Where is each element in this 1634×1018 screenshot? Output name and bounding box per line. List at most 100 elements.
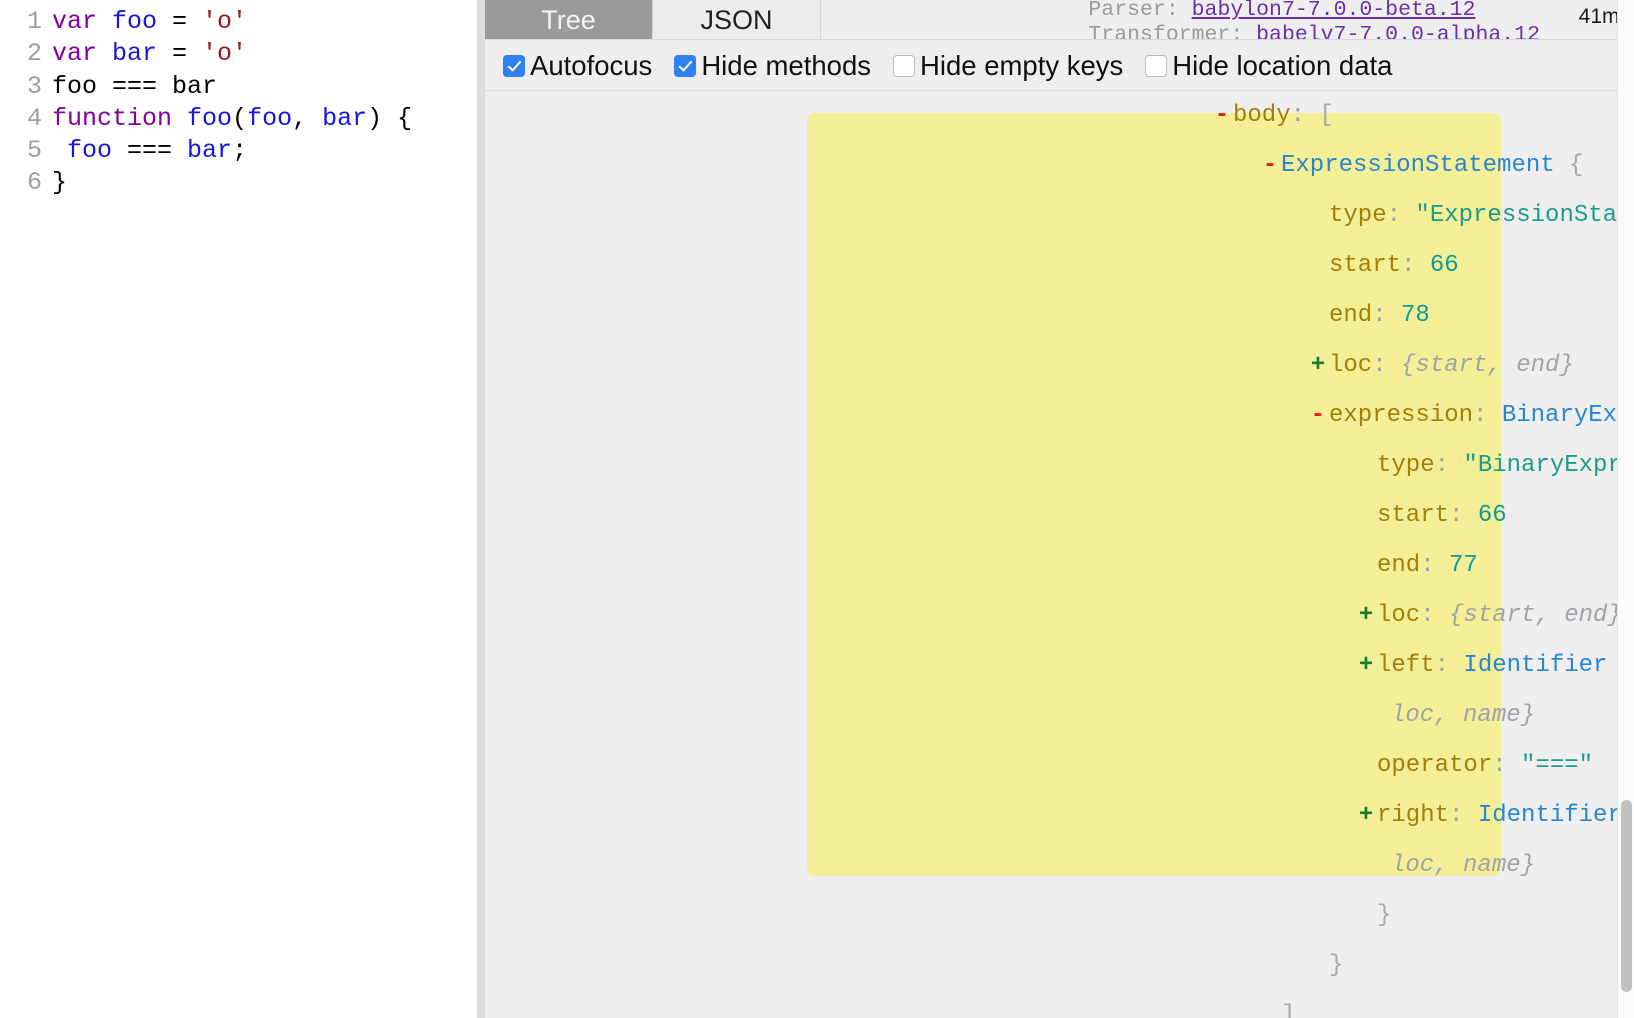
ast-node-line[interactable]: + loc: {start, end} — [485, 591, 1634, 641]
code-editor-lines[interactable]: 1 var foo = 'o' 2 var bar = 'o' 3 foo === bar… — [0, 0, 477, 200]
ast-view-tabs[interactable]: Tree JSON — [485, 0, 821, 40]
ast-token-punc: { — [1554, 152, 1584, 179]
ast-node-line[interactable]: end: 77 — [485, 541, 1634, 591]
ast-token-key: operator — [1377, 752, 1493, 779]
ast-token-colon: : — [1386, 202, 1402, 229]
code-editor-pane[interactable]: 1 var foo = 'o' 2 var bar = 'o' 3 foo === bar… — [0, 0, 477, 1018]
code-line[interactable]: 4 function foo(foo, bar) { — [0, 103, 477, 135]
collapse-toggle-icon[interactable]: - — [1307, 391, 1329, 441]
vertical-scrollbar[interactable] — [1617, 0, 1634, 1018]
code-token: ; — [232, 136, 248, 166]
ast-node-line[interactable]: start: 66 — [485, 491, 1634, 541]
checkbox-unchecked-icon[interactable] — [1145, 54, 1168, 77]
parser-version-link[interactable]: babylon7-7.0.0-beta.12 — [1192, 0, 1476, 22]
code-line[interactable]: 5 foo === bar; — [0, 135, 477, 167]
toggle-spacer-icon — [1307, 241, 1329, 291]
ast-token-punc — [1507, 752, 1521, 779]
ast-token-prev: {start, end} — [1401, 352, 1574, 379]
ast-node-continuation[interactable]: loc, name} — [485, 841, 1634, 891]
ast-token-colon: : — [1492, 752, 1507, 779]
code-line[interactable]: 6} — [0, 167, 477, 199]
ast-options-row[interactable]: Autofocus Hide methods Hide empty keys Hide… — [485, 40, 1634, 91]
ast-node-line[interactable]: start: 66 — [485, 241, 1634, 291]
code-token: function — [52, 103, 188, 133]
ast-token-colon: : — [1473, 402, 1488, 429]
ast-node-line[interactable]: + loc: {start, end} — [485, 341, 1634, 391]
ast-token-num: 78 — [1401, 302, 1430, 329]
expand-toggle-icon[interactable]: + — [1307, 341, 1329, 391]
ast-token-punc: } — [1377, 902, 1392, 929]
line-number: 2 — [26, 39, 42, 69]
ast-node-line[interactable]: +left: Identifier {type, start, end, — [485, 641, 1634, 691]
ast-node-line[interactable]: } — [485, 941, 1634, 991]
ast-node-line[interactable]: - body: [ — [485, 91, 1634, 141]
code-line[interactable]: 2 var bar = 'o' — [0, 38, 477, 70]
ast-token-num: 77 — [1449, 552, 1478, 579]
ast-tree-scroll[interactable]: - body: [- ExpressionStatement { type: "Ex… — [485, 91, 1634, 1018]
expand-toggle-icon[interactable]: + — [1355, 641, 1377, 691]
ast-tree[interactable]: - body: [- ExpressionStatement { type: "Ex… — [485, 91, 1634, 1018]
option-hide-empty-keys[interactable]: Hide empty keys — [893, 50, 1123, 82]
ast-token-punc — [1401, 202, 1415, 229]
code-token: foo — [67, 136, 113, 166]
ast-token-num: 66 — [1429, 252, 1459, 279]
ast-node-line[interactable]: +right: Identifier {type, start, end, — [485, 791, 1634, 841]
ast-node-line[interactable]: type: "ExpressionStatement" — [485, 191, 1634, 241]
code-token: 'o' — [202, 7, 248, 36]
ast-token-colon: : — [1401, 252, 1416, 279]
option-hide-methods[interactable]: Hide methods — [674, 50, 871, 82]
option-label: Autofocus — [530, 49, 653, 81]
toggle-spacer-icon — [1307, 291, 1329, 341]
toggle-spacer-icon — [1259, 991, 1281, 1018]
app-root: 1 var foo = 'o' 2 var bar = 'o' 3 foo === bar… — [0, 0, 1634, 1018]
ast-node-line[interactable]: type: "BinaryExpression" — [485, 441, 1634, 491]
code-token: 'o' — [202, 39, 248, 69]
ast-node-line[interactable]: -expression: BinaryExpression { — [485, 391, 1634, 441]
ast-token-punc — [1435, 602, 1449, 629]
ast-top-bar: Tree JSON Parser: babylon7-7.0.0-beta.12 … — [485, 0, 1634, 47]
ast-token-key: type — [1377, 452, 1435, 479]
checkbox-unchecked-icon[interactable] — [893, 54, 915, 77]
ast-node-line[interactable]: end: 78 — [485, 291, 1634, 341]
collapse-toggle-icon[interactable]: - — [1211, 91, 1233, 141]
ast-token-key: loc — [1329, 352, 1373, 379]
code-token: = — [172, 39, 203, 69]
ast-token-punc — [1463, 502, 1477, 529]
ast-node-line[interactable]: } — [485, 891, 1634, 941]
code-token: foo === bar — [52, 71, 218, 101]
ast-node-continuation[interactable]: loc, name} — [485, 691, 1634, 741]
expand-toggle-icon[interactable]: + — [1355, 591, 1377, 641]
ast-token-colon: : — [1372, 302, 1387, 329]
ast-token-type: Identifier — [1477, 802, 1622, 829]
ast-token-punc — [1463, 802, 1477, 829]
ast-node-line[interactable]: - ExpressionStatement { — [485, 141, 1634, 191]
ast-token-type: ExpressionStatement — [1281, 152, 1555, 179]
ast-node-line[interactable]: ] — [485, 991, 1634, 1018]
collapse-toggle-icon[interactable]: - — [1259, 141, 1281, 191]
checkbox-checked-icon[interactable] — [503, 54, 525, 77]
ast-token-punc — [1449, 452, 1463, 479]
ast-token-key: expression — [1329, 402, 1474, 429]
ast-token-str: "ExpressionStatement" — [1415, 202, 1634, 229]
code-line[interactable]: 3 foo === bar — [0, 71, 477, 103]
ast-node-line[interactable]: operator: "===" — [485, 741, 1634, 791]
ast-token-key: right — [1377, 802, 1450, 829]
option-label: Hide location data — [1172, 49, 1393, 81]
line-number: 6 — [26, 168, 42, 198]
tab-json[interactable]: JSON — [653, 0, 821, 40]
code-line[interactable]: 1 var foo = 'o' — [0, 6, 477, 38]
checkbox-checked-icon[interactable] — [674, 54, 697, 77]
expand-toggle-icon[interactable]: + — [1355, 791, 1377, 841]
ast-token-key: end — [1377, 552, 1421, 579]
ast-token-punc: [ — [1305, 102, 1334, 129]
ast-token-punc — [1487, 402, 1501, 429]
ast-token-key: body — [1233, 102, 1291, 129]
tab-tree[interactable]: Tree — [485, 0, 653, 40]
vertical-scrollbar-thumb[interactable] — [1621, 800, 1632, 992]
ast-token-colon: : — [1420, 602, 1435, 629]
option-hide-location-data[interactable]: Hide location data — [1145, 50, 1392, 82]
option-autofocus[interactable]: Autofocus — [503, 50, 652, 82]
pane-divider[interactable] — [477, 0, 485, 1018]
line-number: 5 — [26, 136, 42, 166]
